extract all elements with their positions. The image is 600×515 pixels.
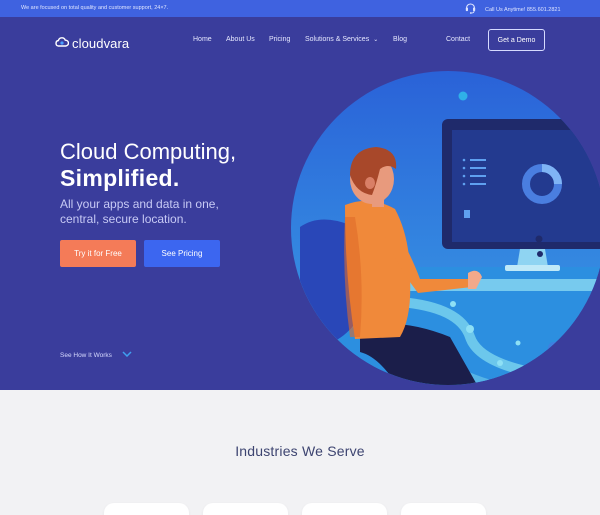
brand-logo[interactable]: cloudvara (55, 34, 129, 52)
top-bar-note: We are focused on total quality and cust… (21, 5, 169, 11)
see-pricing-button[interactable]: See Pricing (144, 240, 220, 267)
chevron-down-icon: ⌄ (373, 37, 379, 43)
hero-title-line1: Cloud Computing, (60, 139, 237, 164)
see-how-it-works-link[interactable]: See How It Works (60, 351, 132, 359)
nav-contact[interactable]: Contact (446, 36, 470, 43)
hero-subtitle: All your apps and data in one, central, … (60, 197, 219, 226)
industry-card[interactable] (302, 503, 387, 515)
top-bar: We are focused on total quality and cust… (0, 0, 600, 17)
top-bar-phone[interactable]: Call Us Anytime! 855.601.2821 (465, 2, 561, 16)
nav-home[interactable]: Home (193, 36, 212, 43)
headset-icon (465, 2, 476, 16)
nav-solutions-label: Solutions & Services (305, 36, 370, 43)
get-demo-button[interactable]: Get a Demo (488, 29, 545, 51)
chevron-down-icon (122, 351, 132, 359)
nav-blog[interactable]: Blog (393, 36, 407, 43)
industries-title: Industries We Serve (235, 443, 365, 459)
try-free-button[interactable]: Try it for Free (60, 240, 136, 267)
nav-solutions[interactable]: Solutions & Services ⌄ (305, 36, 378, 43)
brand-name: cloudvara (72, 35, 130, 51)
see-how-it-works-label: See How It Works (60, 351, 112, 359)
phone-number[interactable]: Call Us Anytime! 855.601.2821 (485, 7, 561, 13)
nav-pricing[interactable]: Pricing (269, 36, 290, 43)
industry-card[interactable] (203, 503, 288, 515)
industry-card[interactable] (104, 503, 189, 515)
nav-about-us[interactable]: About Us (226, 36, 255, 43)
cloud-icon (55, 34, 70, 52)
industry-card[interactable] (401, 503, 486, 515)
hero-title-line2: Simplified. (60, 165, 180, 191)
hero-section: cloudvara Home About Us Pricing Solution… (0, 17, 600, 390)
